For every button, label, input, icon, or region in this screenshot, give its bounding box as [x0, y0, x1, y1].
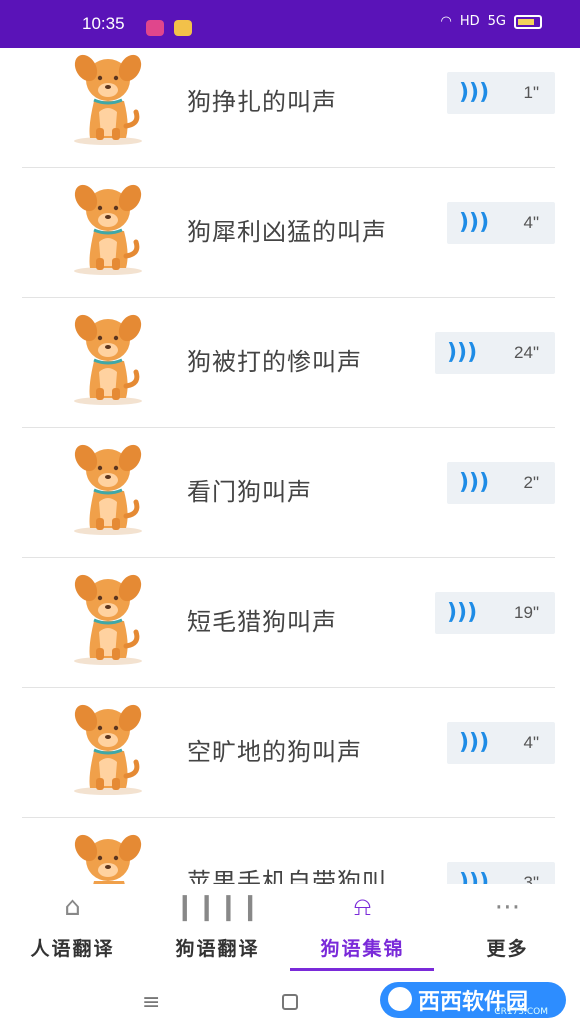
play-sound-button[interactable]: ))) 1"	[447, 72, 555, 114]
sound-duration: 19"	[514, 603, 539, 622]
play-sound-button[interactable]: ))) 3"	[447, 862, 555, 884]
list-item[interactable]: 看门狗叫声 ))) 2"	[22, 428, 555, 558]
play-sound-button[interactable]: ))) 19"	[435, 592, 555, 634]
sound-title: 看门狗叫声	[187, 478, 312, 506]
dog-icon	[74, 54, 142, 145]
sound-duration: 1"	[523, 83, 540, 102]
watermark-logo: 西西软件园 CR173.COM	[380, 982, 566, 1018]
sound-list: 狗挣扎的叫声 ))) 1" 狗犀利凶猛的叫声 ))) 4" 狗被打的惨叫声))…	[0, 48, 580, 884]
active-tab-indicator	[290, 968, 434, 971]
tab-dog-translate[interactable]: ❙❙❙❙ 狗语翻译	[145, 892, 290, 972]
list-item[interactable]: 短毛猎狗叫声 ))) 19"	[22, 558, 555, 688]
home-button-icon[interactable]	[282, 994, 298, 1010]
tab-label: 人语翻译	[30, 938, 115, 960]
wifi-icon: ◠	[440, 14, 452, 29]
tab-human-translate[interactable]: ⌂ 人语翻译	[0, 892, 145, 972]
sound-title: 苹果手机自带狗叫	[187, 868, 387, 884]
sound-title: 狗被打的惨叫声	[187, 348, 362, 376]
sound-title: 狗挣扎的叫声	[187, 88, 337, 116]
dog-icon	[74, 314, 142, 405]
tab-label: 更多	[486, 938, 529, 960]
play-sound-button[interactable]: ))) 4"	[447, 722, 555, 764]
watermark-sub: CR173.COM	[494, 1007, 548, 1017]
battery-icon	[514, 14, 542, 29]
sound-duration: 24"	[514, 343, 539, 362]
hd-indicator: HD	[459, 14, 480, 29]
notification-app-icon-2	[174, 20, 192, 36]
dog-icon	[74, 574, 142, 665]
sound-title: 狗犀利凶猛的叫声	[187, 218, 387, 246]
dog-icon	[74, 704, 142, 795]
sound-title: 空旷地的狗叫声	[187, 738, 362, 766]
tab-label: 狗语集锦	[320, 938, 405, 960]
list-item[interactable]: 狗挣扎的叫声 ))) 1"	[22, 48, 555, 168]
watermark-logo-icon	[388, 987, 412, 1011]
sound-duration: 2"	[523, 473, 540, 492]
voice-wave-icon: )))	[447, 340, 478, 365]
notification-app-icon	[146, 20, 164, 36]
status-indicators: ◠ HD 5G	[440, 14, 542, 29]
play-sound-button[interactable]: ))) 2"	[447, 462, 555, 504]
status-time: 10:35	[82, 14, 125, 33]
sound-duration: 3"	[523, 873, 540, 884]
dog-icon	[74, 444, 142, 535]
list-item[interactable]: 狗被打的惨叫声 ))) 24"	[22, 298, 555, 428]
tab-dog-collection[interactable]: ⍾ 狗语集锦	[290, 892, 435, 972]
voice-wave-icon: )))	[459, 470, 490, 495]
system-nav-bar: ≡ 西西软件园 CR173.COM	[0, 976, 580, 1031]
status-bar: 10:35 ◠ HD 5G	[0, 0, 580, 48]
bell-icon: ⍾	[353, 892, 372, 922]
voice-wave-icon: )))	[459, 870, 490, 884]
signal-indicator: 5G	[487, 14, 506, 29]
tab-more[interactable]: ⋯ 更多	[435, 892, 580, 972]
tab-label: 狗语翻译	[175, 938, 260, 960]
play-sound-button[interactable]: ))) 24"	[435, 332, 555, 374]
list-item[interactable]: 空旷地的狗叫声 ))) 4"	[22, 688, 555, 818]
voice-wave-icon: )))	[459, 730, 490, 755]
list-item[interactable]: 苹果手机自带狗叫 ))) 3"	[22, 818, 555, 884]
list-item[interactable]: 狗犀利凶猛的叫声 ))) 4"	[22, 168, 555, 298]
dog-icon	[74, 834, 142, 884]
bottom-tab-bar: ⌂ 人语翻译 ❙❙❙❙ 狗语翻译 ⍾ 狗语集锦 ⋯ 更多	[0, 884, 580, 976]
play-sound-button[interactable]: ))) 4"	[447, 202, 555, 244]
sound-title: 短毛猎狗叫声	[187, 608, 337, 636]
more-icon: ⋯	[494, 892, 521, 922]
sound-duration: 4"	[523, 213, 540, 232]
bars-icon: ❙❙❙❙	[173, 892, 262, 922]
sound-duration: 4"	[523, 733, 540, 752]
home-icon: ⌂	[64, 892, 81, 922]
dog-icon	[74, 184, 142, 275]
voice-wave-icon: )))	[459, 210, 490, 235]
menu-icon[interactable]: ≡	[142, 990, 160, 1015]
voice-wave-icon: )))	[459, 80, 490, 105]
voice-wave-icon: )))	[447, 600, 478, 625]
